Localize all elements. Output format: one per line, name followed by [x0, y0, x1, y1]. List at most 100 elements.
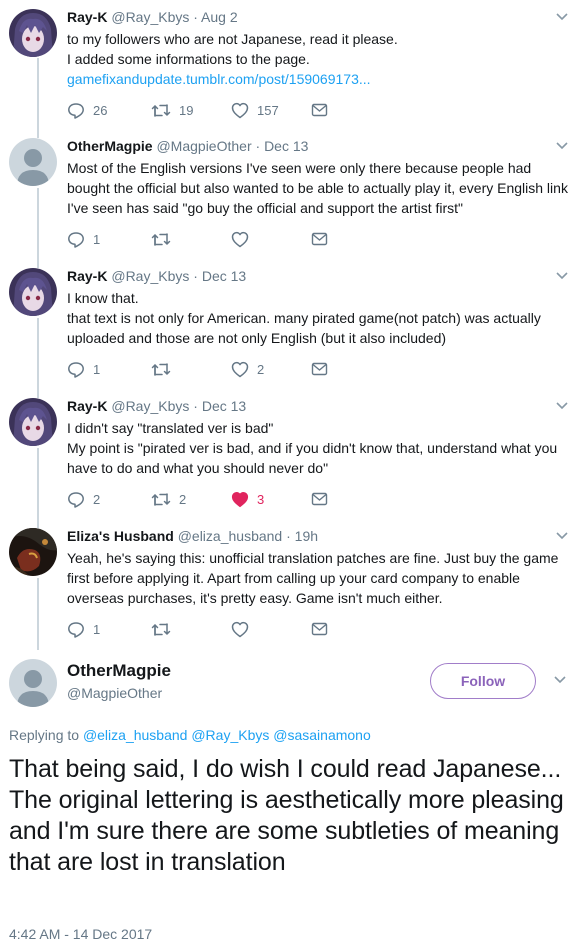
display-name[interactable]: Ray-K [67, 268, 107, 284]
main-avatar[interactable] [9, 659, 57, 707]
reply-icon [68, 361, 84, 378]
tweet-text: Yeah, he's saying this: unofficial trans… [67, 548, 572, 608]
tweet-line: My point is "pirated ver is bad, and if … [67, 440, 558, 456]
main-handle[interactable]: @MagpieOther [67, 685, 162, 701]
reply-action[interactable]: 2 [67, 489, 100, 509]
avatar[interactable] [9, 9, 57, 57]
heart-icon [231, 102, 249, 118]
heart-filled-icon [231, 491, 249, 507]
chevron-down-icon[interactable] [555, 11, 569, 23]
like-action[interactable] [231, 619, 257, 639]
tweet-header: OtherMagpie @MagpieOther · Dec 13 [67, 138, 308, 154]
reply-icon [68, 231, 84, 248]
like-count: 2 [257, 361, 265, 377]
handle[interactable]: @eliza_husband [178, 528, 283, 544]
tweet-date[interactable]: · Dec 13 [252, 138, 309, 154]
tweet-date[interactable]: · Dec 13 [189, 398, 246, 414]
default-avatar-icon [9, 659, 57, 707]
mention-link[interactable]: @eliza_husband [83, 727, 188, 743]
like-count: 157 [257, 102, 279, 118]
retweet-icon [151, 103, 171, 117]
chevron-down-icon[interactable] [555, 530, 569, 542]
tweet-date[interactable]: · Aug 2 [189, 9, 237, 25]
tweet-line: have to do and what you should never do" [67, 460, 329, 476]
tweet-text: I know that. that text is not only for A… [67, 288, 572, 348]
tweet-header: Ray-K @Ray_Kbys · Dec 13 [67, 398, 246, 414]
tweet-text: I didn't say "translated ver is bad" My … [67, 418, 572, 478]
handle[interactable]: @MagpieOther [156, 138, 251, 154]
like-action[interactable] [231, 229, 257, 249]
chevron-down-icon[interactable] [555, 270, 569, 282]
reply-count: 1 [93, 231, 101, 247]
tweet-line: uploaded and those are not only English … [67, 330, 447, 346]
tweet-date[interactable]: · Dec 13 [189, 268, 246, 284]
tweet-line: first before applying it. Apart from cal… [67, 570, 520, 586]
retweet-action[interactable] [151, 359, 179, 379]
tweet-line: that text is not only for American. many… [67, 310, 541, 326]
chevron-down-icon[interactable] [555, 140, 569, 152]
avatar[interactable] [9, 268, 57, 316]
mention-link[interactable]: @sasainamono [273, 727, 371, 743]
default-avatar-icon [9, 138, 57, 186]
avatar[interactable] [9, 398, 57, 446]
mention-link[interactable]: @Ray_Kbys [191, 727, 269, 743]
avatar[interactable] [9, 138, 57, 186]
like-count: 3 [257, 491, 265, 507]
display-name[interactable]: Eliza's Husband [67, 528, 174, 544]
avatar[interactable] [9, 528, 57, 576]
direct-message-action[interactable] [311, 619, 328, 639]
chevron-down-icon[interactable] [553, 674, 567, 686]
envelope-icon [311, 492, 328, 506]
replying-to: Replying to @eliza_husband @Ray_Kbys @sa… [9, 727, 371, 743]
reply-action[interactable]: 1 [67, 359, 100, 379]
display-name[interactable]: Ray-K [67, 9, 107, 25]
anime-avatar-icon [9, 9, 57, 57]
direct-message-action[interactable] [311, 489, 328, 509]
reply-count: 1 [93, 361, 101, 377]
retweet-icon [151, 492, 171, 506]
retweet-action[interactable] [151, 619, 179, 639]
display-name[interactable]: OtherMagpie [67, 138, 153, 154]
direct-message-action[interactable] [311, 229, 328, 249]
reply-action[interactable]: 1 [67, 619, 100, 639]
thread-line [37, 448, 39, 528]
retweet-action[interactable]: 19 [151, 100, 193, 120]
like-action[interactable]: 2 [231, 359, 264, 379]
like-action[interactable]: 157 [231, 100, 279, 120]
reply-count: 26 [93, 102, 108, 118]
retweet-count: 2 [179, 491, 187, 507]
anime-avatar-icon [9, 268, 57, 316]
follow-button[interactable]: Follow [430, 663, 536, 699]
tweet-line: I added some informations to the page. [67, 51, 310, 67]
direct-message-action[interactable] [311, 100, 328, 120]
tweet-date[interactable]: · 19h [282, 528, 318, 544]
retweet-action[interactable] [151, 229, 179, 249]
main-tweet-text: That being said, I do wish I could read … [9, 755, 564, 876]
direct-message-action[interactable] [311, 359, 328, 379]
envelope-icon [311, 362, 328, 376]
reply-icon [68, 621, 84, 638]
tweet-line: I know that. [67, 290, 139, 306]
display-name[interactable]: Ray-K [67, 398, 107, 414]
tweet-line: I've seen has said "go buy the official … [67, 200, 464, 216]
tweet-timestamp[interactable]: 4:42 AM - 14 Dec 2017 [9, 926, 152, 942]
handle[interactable]: @Ray_Kbys [111, 268, 189, 284]
thread-line [37, 578, 39, 650]
retweet-action[interactable]: 2 [151, 489, 186, 509]
reply-action[interactable]: 26 [67, 100, 107, 120]
like-action[interactable]: 3 [231, 489, 264, 509]
tweet-line: bought the official but also wanted to b… [67, 180, 568, 196]
handle[interactable]: @Ray_Kbys [111, 398, 189, 414]
chevron-down-icon[interactable] [555, 400, 569, 412]
retweet-icon [151, 622, 171, 636]
tweet-line: to my followers who are not Japanese, re… [67, 31, 398, 47]
envelope-icon [311, 622, 328, 636]
reply-action[interactable]: 1 [67, 229, 100, 249]
envelope-icon [311, 232, 328, 246]
handle[interactable]: @Ray_Kbys [111, 9, 189, 25]
main-display-name[interactable]: OtherMagpie [67, 661, 171, 681]
dark-avatar-icon [9, 528, 57, 576]
tweet-link[interactable]: gamefixandupdate.tumblr.com/post/1590691… [67, 69, 572, 89]
thread-line [37, 58, 39, 138]
tweet-text: to my followers who are not Japanese, re… [67, 29, 572, 89]
